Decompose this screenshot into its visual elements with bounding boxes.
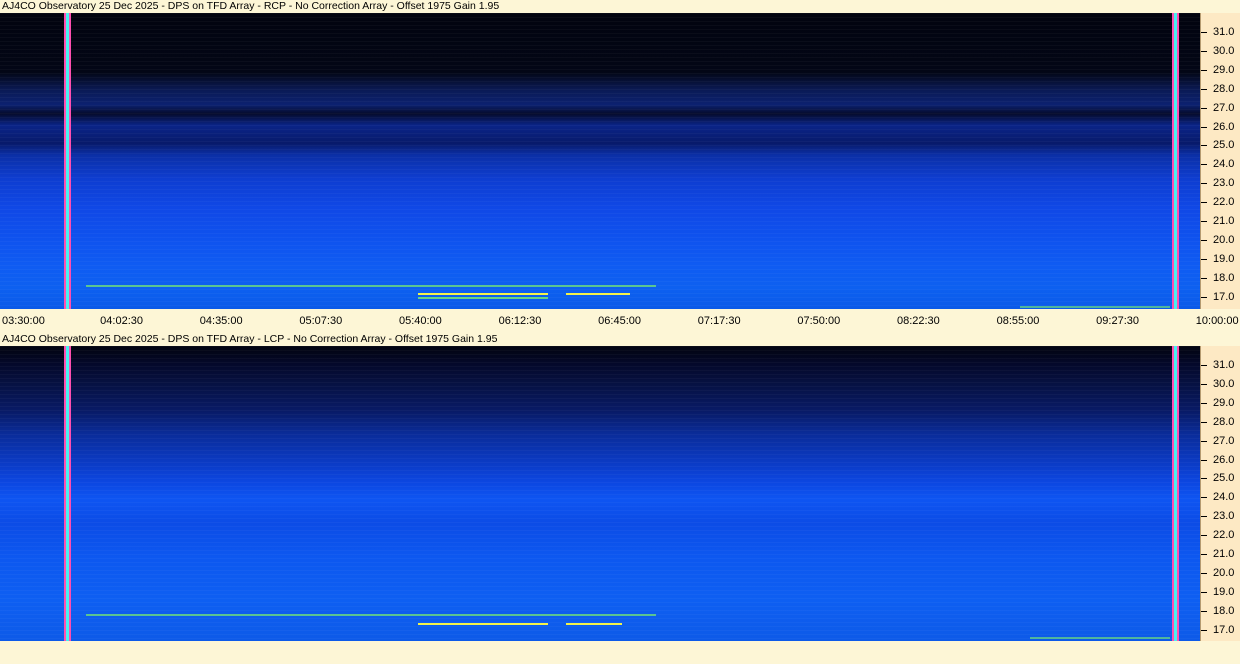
rcp-freq-tick [1201,277,1207,279]
rcp-freq-label: 18.0 [1213,271,1235,284]
lcp-freq-tick [1201,497,1207,499]
time-tick-label: 09:27:30 [1096,315,1140,327]
rcp-freq-tick [1201,164,1207,166]
rcp-freq-tick [1201,126,1207,128]
lcp-freq-label: 20.0 [1213,566,1235,579]
time-tick-label: 08:22:30 [896,315,940,327]
lcp-spectrogram[interactable] [0,346,1200,641]
time-tick-label: 04:02:30 [100,315,144,327]
rcp-panel-title: AJ4CO Observatory 25 Dec 2025 - DPS on T… [2,0,500,12]
lcp-freq-tick [1201,554,1207,555]
lcp-freq-label: 27.0 [1213,434,1235,447]
lcp-freq-label: 30.0 [1213,377,1235,390]
lcp-freq-label: 29.0 [1213,396,1235,409]
lcp-freq-tick [1201,629,1207,631]
rcp-signal-trace-4 [418,297,548,299]
time-tick-label: 07:50:00 [797,315,841,327]
lcp-signal-trace-3 [566,623,622,625]
lcp-freq-tick [1201,383,1207,385]
rcp-freq-label: 17.0 [1213,290,1235,303]
rcp-freq-label: 19.0 [1213,252,1235,265]
rcp-frequency-scale: 31.0 30.0 29.0 28.0 27.0 26.0 25.0 24.0 23.0 22.0… [1200,13,1240,309]
rcp-signal-trace-3 [566,293,630,295]
rcp-freq-tick [1201,183,1207,185]
lcp-freq-tick [1201,421,1207,423]
rcp-freq-label: 28.0 [1213,82,1235,95]
rcp-spectral-noise [0,13,1200,309]
time-tick-label: 10:00:00 [1195,315,1239,327]
rcp-marker-line-left-c [69,13,71,309]
rcp-freq-tick [1201,107,1207,109]
lcp-signal-trace-4 [1030,637,1170,639]
rcp-freq-tick [1201,202,1207,204]
rcp-freq-label: 30.0 [1213,44,1235,57]
lcp-time-axis-strip [0,644,1240,664]
rcp-freq-tick [1201,69,1207,71]
lcp-frequency-scale: 31.0 30.0 29.0 28.0 27.0 26.0 25.0 24.0 23.0 22.0… [1200,346,1240,641]
rcp-freq-tick [1201,32,1207,33]
rcp-freq-label: 21.0 [1213,215,1235,227]
lcp-freq-label: 25.0 [1213,472,1235,485]
lcp-spectral-noise [0,346,1200,641]
rcp-freq-label: 27.0 [1213,101,1235,114]
time-tick-label: 06:45:00 [598,315,642,327]
lcp-freq-label: 23.0 [1213,510,1235,523]
rcp-freq-tick [1201,239,1207,241]
time-tick-label: 05:07:30 [299,315,343,327]
lcp-freq-label: 17.0 [1213,623,1235,636]
rcp-signal-trace-2 [418,293,548,295]
lcp-marker-line-right-c [1177,346,1179,641]
rcp-signal-trace-5 [1020,306,1170,308]
time-tick-label: 05:40:00 [398,315,442,327]
lcp-freq-label: 31.0 [1213,359,1235,371]
lcp-freq-tick [1201,591,1207,593]
lcp-panel-title: AJ4CO Observatory 25 Dec 2025 - DPS on T… [2,333,498,345]
rcp-freq-tick [1201,145,1207,147]
lcp-freq-tick [1201,610,1207,612]
rcp-freq-label: 20.0 [1213,233,1235,246]
rcp-time-axis: 03:30:00 04:02:30 04:35:00 05:07:30 05:40:00… [0,312,1240,332]
rcp-freq-tick [1201,88,1207,90]
lcp-freq-tick [1201,572,1207,574]
rcp-freq-label: 22.0 [1213,196,1235,209]
lcp-freq-label: 24.0 [1213,491,1235,504]
lcp-freq-label: 18.0 [1213,604,1235,617]
rcp-freq-tick [1201,258,1207,260]
time-tick-label: 08:55:00 [996,315,1040,327]
lcp-signal-trace-1 [86,614,656,616]
rcp-freq-label: 31.0 [1213,26,1235,38]
time-tick-label: 06:12:30 [498,315,542,327]
time-tick-label: 04:35:00 [199,315,243,327]
lcp-freq-label: 22.0 [1213,529,1235,542]
rcp-freq-label: 26.0 [1213,120,1235,133]
lcp-freq-tick [1201,535,1207,537]
lcp-freq-tick [1201,478,1207,480]
time-tick-label: 07:17:30 [697,315,741,327]
lcp-freq-tick [1201,365,1207,366]
lcp-freq-label: 26.0 [1213,453,1235,466]
time-tick-label: 03:30:00 [2,315,45,327]
lcp-freq-label: 28.0 [1213,415,1235,428]
lcp-signal-trace-2 [418,623,548,625]
lcp-freq-tick [1201,516,1207,518]
rcp-signal-trace-1 [86,285,656,287]
rcp-freq-tick [1201,50,1207,52]
lcp-freq-tick [1201,459,1207,461]
rcp-freq-label: 25.0 [1213,139,1235,152]
lcp-marker-line-left-c [69,346,71,641]
rcp-freq-label: 29.0 [1213,63,1235,76]
lcp-freq-tick [1201,402,1207,404]
lcp-freq-tick [1201,440,1207,442]
rcp-marker-line-right-c [1177,13,1179,309]
rcp-freq-tick [1201,296,1207,298]
lcp-freq-label: 19.0 [1213,585,1235,598]
rcp-spectrogram[interactable] [0,13,1200,309]
rcp-freq-label: 24.0 [1213,158,1235,171]
lcp-freq-label: 21.0 [1213,548,1235,560]
rcp-freq-label: 23.0 [1213,177,1235,190]
rcp-freq-tick [1201,221,1207,222]
